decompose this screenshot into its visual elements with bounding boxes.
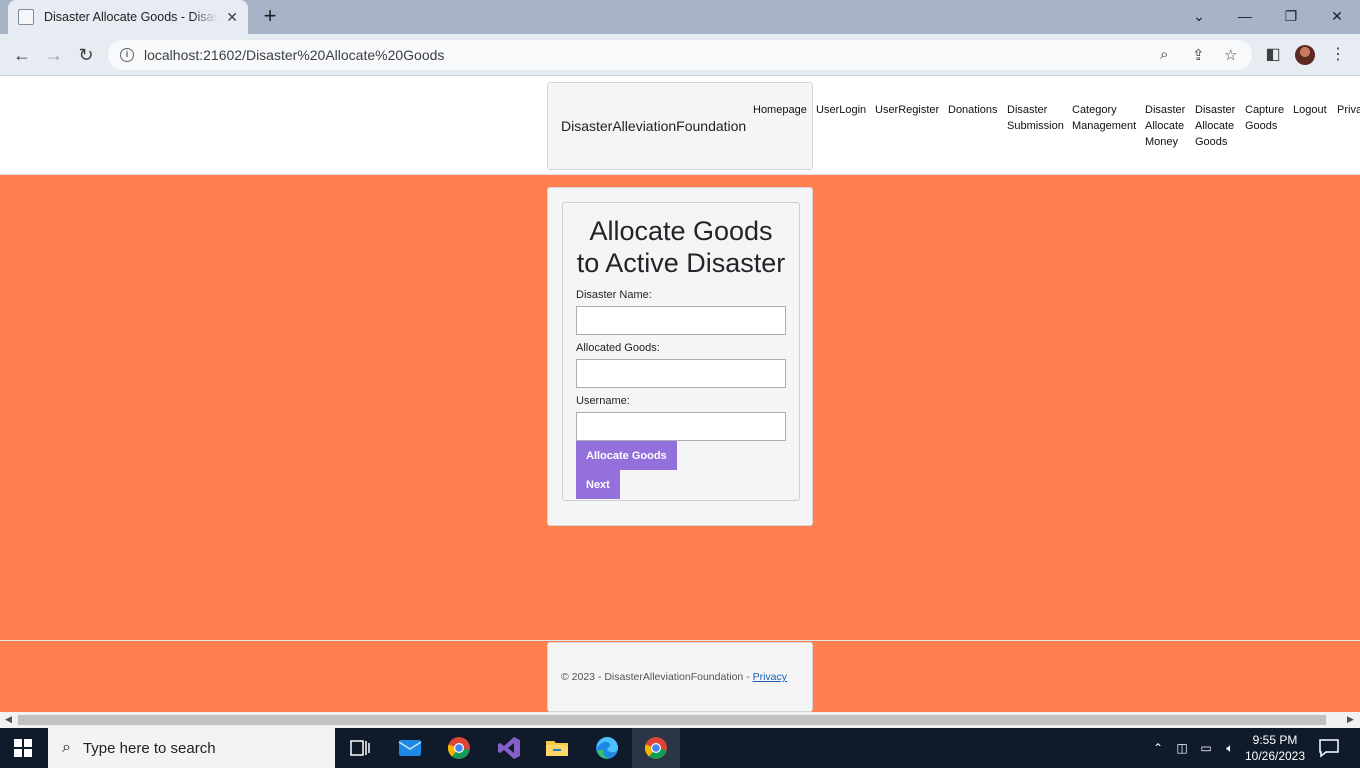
allocate-goods-button[interactable]: Allocate Goods [576, 441, 677, 470]
chrome-icon[interactable] [447, 736, 471, 760]
profile-avatar[interactable] [1295, 45, 1315, 65]
page-title: Allocate Goods to Active Disaster [576, 216, 786, 278]
horizontal-scrollbar[interactable]: ◀ ▶ [0, 712, 1360, 728]
windows-taskbar: ⌕ Type here to search ⌃ ◫ ▭ 🔈︎ 9:55 PM 1… [0, 728, 1360, 768]
nav-disaster-submission[interactable]: Disaster Submission [1007, 102, 1067, 162]
taskbar-search-placeholder: Type here to search [82, 739, 216, 757]
restore-button[interactable]: ❐ [1279, 4, 1303, 28]
address-bar[interactable]: i localhost:21602/Disaster%20Allocate%20… [108, 40, 1252, 70]
allocated-goods-input[interactable] [576, 359, 786, 388]
nav-disaster-allocate-money[interactable]: Disaster Allocate Money [1145, 102, 1190, 162]
volume-icon[interactable]: 🔈︎ [1220, 728, 1240, 768]
side-panel-icon[interactable]: ◧ [1262, 44, 1284, 66]
site-header: DisasterAlleviationFoundation Homepage U… [0, 77, 1360, 175]
notifications-icon[interactable] [1317, 736, 1341, 760]
bookmark-star-icon[interactable]: ☆ [1224, 46, 1237, 64]
scroll-right-arrow-icon[interactable]: ▶ [1347, 714, 1354, 725]
browser-tab-strip: Disaster Allocate Goods - Disaster ✕ + ⌄… [0, 0, 1360, 34]
forward-icon[interactable]: → [42, 43, 66, 67]
nav-privacy[interactable]: Privacy [1337, 102, 1360, 162]
footer-privacy-link[interactable]: Privacy [753, 671, 787, 683]
reload-icon[interactable]: ↻ [74, 43, 98, 67]
browser-menu-icon[interactable]: ⋮ [1327, 44, 1349, 66]
tab-title: Disaster Allocate Goods - Disaster [44, 10, 219, 24]
disaster-name-input[interactable] [576, 306, 786, 335]
browser-toolbar: ← → ↻ i localhost:21602/Disaster%20Alloc… [0, 34, 1360, 76]
username-label: Username: [576, 395, 630, 407]
taskbar-clock[interactable]: 9:55 PM 10/26/2023 [1242, 732, 1308, 764]
nav-capture-goods[interactable]: Capture Goods [1245, 102, 1289, 162]
scrollbar-thumb[interactable] [18, 715, 1326, 725]
address-url[interactable]: localhost:21602/Disaster%20Allocate%20Go… [144, 47, 444, 63]
browser-tab[interactable]: Disaster Allocate Goods - Disaster ✕ [8, 0, 248, 34]
scroll-left-arrow-icon[interactable]: ◀ [5, 714, 12, 725]
task-view-icon[interactable] [348, 736, 372, 760]
site-footer: © 2023 - DisasterAlleviationFoundation -… [547, 642, 813, 712]
tab-search-dropdown-icon[interactable]: ⌄ [1187, 4, 1211, 28]
network-icon[interactable]: ▭ [1197, 728, 1215, 768]
nav-disaster-allocate-goods[interactable]: Disaster Allocate Goods [1195, 102, 1240, 162]
zoom-icon[interactable]: ⌕ [1160, 46, 1168, 63]
username-input[interactable] [576, 412, 786, 441]
search-icon: ⌕ [62, 739, 71, 756]
back-icon[interactable]: ← [10, 43, 34, 67]
clock-time: 9:55 PM [1252, 733, 1298, 747]
page-viewport: DisasterAlleviationFoundation Homepage U… [0, 77, 1360, 712]
chrome-active-icon[interactable] [644, 736, 668, 760]
footer-copyright: © 2023 - DisasterAlleviationFoundation - [561, 671, 750, 683]
clock-date: 10/26/2023 [1244, 749, 1306, 763]
allocate-goods-form: Allocate Goods to Active Disaster Disast… [562, 202, 800, 501]
close-window-button[interactable]: ✕ [1325, 4, 1349, 28]
taskbar-search-box[interactable]: ⌕ Type here to search [48, 728, 335, 768]
edge-icon[interactable] [595, 736, 619, 760]
meet-now-icon[interactable]: ◫ [1174, 728, 1190, 768]
tray-chevron-up-icon[interactable]: ⌃ [1150, 728, 1166, 768]
next-button[interactable]: Next [576, 470, 620, 499]
footer-divider [0, 640, 1360, 641]
allocate-goods-card: Allocate Goods to Active Disaster Disast… [547, 187, 813, 526]
minimize-button[interactable]: — [1233, 4, 1257, 28]
nav-userregister[interactable]: UserRegister [875, 102, 943, 162]
visual-studio-icon[interactable] [497, 736, 521, 760]
file-explorer-icon[interactable] [545, 736, 569, 760]
share-icon[interactable]: ⇪ [1192, 46, 1205, 64]
nav-donations[interactable]: Donations [948, 102, 1002, 162]
windows-start-icon[interactable] [14, 739, 32, 757]
allocated-goods-label: Allocated Goods: [576, 342, 660, 354]
mail-icon[interactable] [398, 736, 422, 760]
nav-logout[interactable]: Logout [1293, 102, 1333, 162]
site-brand-link[interactable]: DisasterAlleviationFoundation [561, 118, 746, 134]
page-favicon-icon [18, 9, 34, 25]
tab-close-icon[interactable]: ✕ [226, 9, 238, 26]
nav-homepage[interactable]: Homepage [753, 102, 811, 162]
new-tab-button[interactable]: + [258, 5, 282, 29]
site-info-icon[interactable]: i [120, 48, 134, 62]
nav-category-management[interactable]: Category Management [1072, 102, 1140, 162]
nav-userlogin[interactable]: UserLogin [816, 102, 871, 162]
disaster-name-label: Disaster Name: [576, 289, 652, 301]
